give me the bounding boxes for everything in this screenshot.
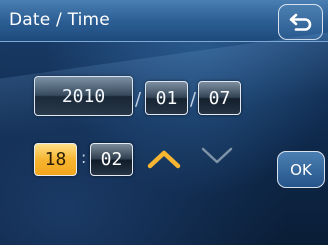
back-button[interactable] (278, 4, 323, 40)
month-field[interactable]: 01 (145, 81, 188, 115)
ok-button[interactable]: OK (277, 151, 325, 188)
hour-field[interactable]: 18 (34, 143, 77, 176)
chevron-down-icon[interactable] (200, 146, 234, 166)
date-time-screen: Date / Time 2010 / 01 / 07 18 : 02 OK (0, 0, 328, 245)
minute-field[interactable]: 02 (90, 143, 133, 176)
minute-value: 02 (100, 149, 123, 170)
chevron-up-icon[interactable] (147, 149, 181, 169)
month-value: 01 (155, 87, 178, 109)
day-field[interactable]: 07 (198, 81, 241, 115)
day-value: 07 (208, 87, 231, 109)
page-title: Date / Time (9, 10, 110, 30)
hour-value: 18 (44, 149, 67, 170)
time-separator: : (81, 148, 87, 167)
year-field[interactable]: 2010 (34, 76, 133, 116)
year-value: 2010 (61, 85, 106, 107)
title-bar: Date / Time (0, 0, 328, 42)
ok-label: OK (290, 160, 312, 179)
return-arrow-icon (289, 13, 311, 31)
date-separator-2: / (190, 89, 197, 110)
date-separator-1: / (135, 89, 142, 110)
